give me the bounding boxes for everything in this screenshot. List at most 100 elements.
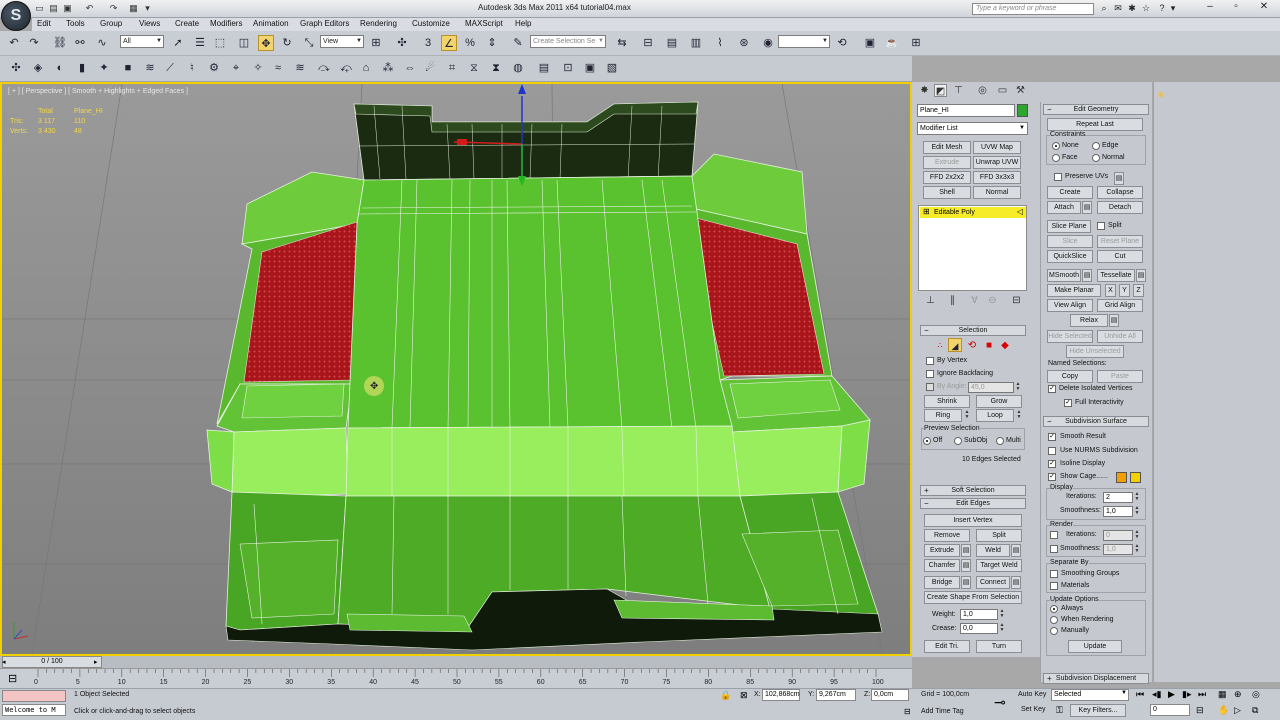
time-prev-icon[interactable]: ◂ xyxy=(2,658,6,666)
slice-button[interactable]: Slice xyxy=(1047,235,1093,248)
repeat-last-button[interactable]: Repeat Last xyxy=(1047,118,1143,131)
maxscript-listener[interactable] xyxy=(2,690,66,702)
create-button[interactable]: Create xyxy=(1047,186,1093,199)
bind-spacewarp-icon[interactable]: ∿ xyxy=(94,35,110,51)
quickslice-button[interactable]: QuickSlice xyxy=(1047,250,1093,263)
percent-snap-icon[interactable]: % xyxy=(462,35,478,51)
named-selection-dropdown[interactable]: Create Selection Se ▼ xyxy=(530,35,606,48)
relax-button[interactable]: Relax xyxy=(1070,314,1108,327)
grid-align-button[interactable]: Grid Align xyxy=(1097,299,1143,312)
subdivision-surface-rollout-header[interactable]: − Subdivision Surface xyxy=(1043,416,1149,427)
key-icon[interactable]: ⚿ xyxy=(1056,705,1063,716)
save-icon[interactable]: ▣ xyxy=(62,3,73,14)
hide-unselected-button[interactable]: Hide Unselected xyxy=(1066,345,1124,358)
prev-frame-icon[interactable]: ◂▮ xyxy=(1152,689,1161,700)
expand-plus-icon[interactable]: ⊞ xyxy=(923,207,930,217)
gear-icon[interactable]: ⚙ xyxy=(206,60,222,76)
render-iterations-spinner-icon[interactable]: ▲ ▼ xyxy=(1134,530,1140,541)
smoothness-input[interactable]: 1,0 xyxy=(1103,506,1133,517)
select-object-icon[interactable]: ➚ xyxy=(170,35,186,51)
spinner-icon[interactable]: ▲ ▼ xyxy=(1015,382,1021,393)
selection-filter-dropdown[interactable]: All ▼ xyxy=(120,35,164,48)
crease-input[interactable]: 0,0 xyxy=(960,623,998,634)
msmooth-settings-icon[interactable]: ▤ xyxy=(1082,269,1092,282)
zoom-extents-icon[interactable]: ▦ xyxy=(1218,689,1227,700)
motion-tab-icon[interactable]: ◎ xyxy=(976,84,989,97)
hide-selected-button[interactable]: Hide Selected xyxy=(1047,330,1093,343)
camera-icon[interactable]: ⌖ xyxy=(228,60,244,76)
mod-ffd-2x2x2-button[interactable]: FFD 2x2x2 xyxy=(923,171,971,184)
create-shape-button[interactable]: Create Shape From Selection xyxy=(924,591,1022,604)
object-name-field[interactable]: Plane_HI xyxy=(917,104,1015,117)
soft-selection-rollout-header[interactable]: + Soft Selection xyxy=(920,485,1026,496)
bridge-button[interactable]: Bridge xyxy=(924,576,960,589)
render-smoothness-input[interactable]: 1,0 xyxy=(1103,544,1133,555)
mod-normal-button[interactable]: Normal xyxy=(973,186,1021,199)
time-config-icon[interactable]: ⊟ xyxy=(1196,705,1204,716)
search-icon[interactable]: ⌕ xyxy=(1098,2,1110,14)
constraint-normal-radio[interactable] xyxy=(1092,154,1100,162)
manipulate-icon[interactable]: ✣ xyxy=(394,35,410,51)
ring-button[interactable]: Ring xyxy=(924,409,962,422)
constraint-none-radio[interactable] xyxy=(1052,142,1060,150)
maximize-button[interactable]: ▫ xyxy=(1222,0,1250,15)
schematic-view-icon[interactable]: ⊛ xyxy=(736,35,752,51)
render-setup-icon[interactable]: ⟲ xyxy=(834,35,850,51)
modifier-list-dropdown[interactable]: Modifier List ▼ xyxy=(917,122,1028,135)
menu-animation[interactable]: Animation xyxy=(253,19,289,28)
taper-icon[interactable]: ⌂ xyxy=(358,60,374,76)
select-by-name-icon[interactable]: ☰ xyxy=(192,35,208,51)
weld-settings-icon[interactable]: ▤ xyxy=(1011,544,1021,557)
twist-icon[interactable]: ⤽ xyxy=(338,60,354,76)
menu-rendering[interactable]: Rendering xyxy=(360,19,397,28)
weight-spinner-icon[interactable]: ▲ ▼ xyxy=(999,609,1005,620)
edit-tri-button[interactable]: Edit Tri. xyxy=(924,640,970,653)
smoothing-groups-checkbox[interactable] xyxy=(1050,570,1058,578)
show-cage-checkbox[interactable]: ✓ xyxy=(1048,473,1056,481)
cut-button[interactable]: Cut xyxy=(1097,250,1143,263)
time-slider-track[interactable] xyxy=(0,656,912,668)
layer-manager-icon[interactable]: ▤ xyxy=(664,35,680,51)
render-smoothness-spinner-icon[interactable]: ▲ ▼ xyxy=(1134,544,1140,555)
unhide-all-button[interactable]: Unhide All xyxy=(1097,330,1143,343)
menu-modifiers[interactable]: Modifiers xyxy=(210,19,242,28)
by-vertex-checkbox[interactable] xyxy=(926,357,934,365)
goto-end-icon[interactable]: ⏭ xyxy=(1198,689,1206,700)
fov-icon[interactable]: ▷ xyxy=(1234,705,1241,716)
preview-off-radio[interactable] xyxy=(923,437,931,445)
chamfer-button[interactable]: Chamfer xyxy=(924,559,960,572)
transform-icon[interactable]: ✣ xyxy=(8,60,24,76)
maxscript-mini-listener[interactable]: Welcome to M xyxy=(2,704,66,716)
tessellate-settings-icon[interactable]: ▤ xyxy=(1136,269,1146,282)
pin-stack-icon[interactable]: ⊥ xyxy=(924,294,937,307)
preserve-uvs-settings-icon[interactable]: ▤ xyxy=(1114,172,1124,185)
cage-color-swatch-1[interactable] xyxy=(1116,472,1127,483)
melt-icon[interactable]: ☄ xyxy=(422,60,438,76)
utilities-tab-icon[interactable]: ⚒ xyxy=(1014,84,1027,97)
split-checkbox[interactable] xyxy=(1097,222,1105,230)
redo-icon[interactable]: ↷ xyxy=(26,35,42,51)
key-filters-button[interactable]: Key Filters... xyxy=(1070,704,1126,717)
menu-views[interactable]: Views xyxy=(139,19,160,28)
create-tab-icon[interactable]: ✸ xyxy=(918,84,931,97)
environment-icon[interactable]: ▧ xyxy=(604,60,620,76)
pan-icon[interactable]: ✋ xyxy=(1218,705,1229,716)
mirror-mod-icon[interactable]: ⧖ xyxy=(466,60,482,76)
display-tab-icon[interactable]: ▭ xyxy=(996,84,1009,97)
layers-icon[interactable]: ≋ xyxy=(142,60,158,76)
key-mode-dropdown[interactable]: Selected xyxy=(1051,689,1129,701)
add-time-tag-button[interactable]: Add Time Tag xyxy=(921,708,964,715)
menu-maxscript[interactable]: MAXScript xyxy=(465,19,503,28)
tessellate-button[interactable]: Tessellate xyxy=(1097,269,1135,282)
align-icon[interactable]: ⊟ xyxy=(640,35,656,51)
render-smoothness-checkbox[interactable] xyxy=(1050,545,1058,553)
undo-icon[interactable]: ↶ xyxy=(84,3,95,14)
cube-icon[interactable]: ◈ xyxy=(30,60,46,76)
set-key-mode-icon[interactable]: ⊸ xyxy=(994,694,1006,711)
grow-button[interactable]: Grow xyxy=(976,395,1022,408)
menu-edit[interactable]: Edit xyxy=(37,19,51,28)
collapse-button[interactable]: Collapse xyxy=(1097,186,1143,199)
application-menu-button[interactable]: S xyxy=(1,1,31,31)
current-frame-input[interactable]: 0 xyxy=(1150,704,1190,716)
planar-z-button[interactable]: Z xyxy=(1133,284,1144,297)
